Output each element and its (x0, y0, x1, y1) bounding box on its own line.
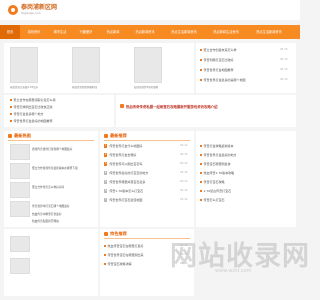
thumbnail-image[interactable] (10, 258, 30, 274)
thumbnail-caption[interactable]: 热血传奇合击版1.76怎么 (10, 85, 38, 89)
section-icon (104, 134, 108, 138)
list-item[interactable]: 热血传奇宝石在哪里打最好 (104, 243, 144, 249)
nav-item-hot-news-info[interactable]: 热点新闻资讯 (128, 25, 162, 39)
list-item[interactable]: 热血传奇中哪里打金最好 (32, 211, 62, 217)
list-item[interactable]: 热血传奇私服新开网站 (32, 218, 59, 224)
list-item[interactable]: 1 传奇世界打金什么地图好 (104, 143, 142, 149)
section-title: 最新热图 (14, 133, 31, 138)
item-date: 03-14 (180, 171, 188, 174)
section-divider (8, 140, 94, 141)
thumbnail-image[interactable] (134, 47, 162, 83)
feature-headline-panel (116, 95, 296, 127)
list-item[interactable]: 传奇世界打金最好的地方 (200, 152, 237, 158)
thumbnail-image[interactable] (72, 47, 100, 83)
list-item[interactable]: 传奇怎么打宝石 (200, 197, 225, 203)
thumbnail-image[interactable] (10, 236, 30, 252)
item-date: 03-15 (280, 68, 288, 71)
list-item[interactable]: 传奇打金攻略最新版本 (200, 143, 234, 149)
nav-item-hot-news[interactable]: 热点新闻 (100, 25, 126, 39)
list-item[interactable]: 3 传奇世界可以刷出宝石吗 (104, 161, 142, 167)
list-item[interactable]: 2 传奇世界打金去哪好 (104, 152, 136, 158)
nav-item-hot-life-news-2[interactable]: 热点生活新闻资讯 (248, 25, 290, 39)
site-logo-icon[interactable] (8, 5, 18, 15)
list-item[interactable]: 1.76复古传奇打宝石 (200, 188, 231, 194)
list-item[interactable]: 传奇到哪打宝石比较好 (200, 57, 234, 63)
nav-item-city-life[interactable]: 城市生活 (48, 25, 72, 39)
site-name[interactable]: 泰岗浦新区网 (21, 4, 57, 11)
list-item[interactable]: 传奇世界打金最多的是哪个地图 (200, 77, 246, 83)
list-item[interactable]: 传奇宝石攻略详解 (104, 261, 132, 267)
nav-item-game-news[interactable]: 游戏资讯 (22, 25, 46, 39)
feature-headline[interactable]: 热血传奇传奇私服一起刷宝石攻略最新开服游戏资讯攻略介绍 (126, 104, 218, 109)
thumbnail-image[interactable] (10, 182, 30, 198)
list-item[interactable]: 聚立合作在哪里领取礼包怎么用 (10, 97, 56, 103)
item-date: 03-14 (180, 180, 188, 183)
nav-item-hot-news-life[interactable]: 热点新闻生活资讯 (206, 25, 246, 39)
section-divider (104, 140, 190, 141)
site-url: taigangpu.com (21, 12, 41, 15)
list-item[interactable]: 热血传奇1.76版本攻略 (200, 170, 234, 176)
nav-item-hobbies[interactable]: 兴趣爱好 (74, 25, 98, 39)
item-date: 03-15 (280, 48, 288, 51)
site-header: 泰岗浦新区网 taigangpu.com (0, 0, 300, 20)
thumbnail-caption[interactable]: 热血传奇新区开服时间 (72, 85, 97, 89)
list-item[interactable]: 传奇世界打金地图推荐 (200, 67, 234, 73)
item-date: 03-14 (180, 198, 188, 201)
list-item[interactable]: 传奇宝石哪里刷最快 (200, 161, 231, 167)
item-date: 03-14 (180, 144, 188, 147)
list-item[interactable]: 传奇打宝石攻略 (200, 179, 225, 185)
section-title: 特色推荐 (110, 231, 127, 236)
nav-item-home[interactable]: 首页 (0, 25, 20, 39)
nav-item-hot-life-news[interactable]: 热点生活新闻资讯 (164, 25, 204, 39)
list-item[interactable]: 游戏传奇世界打金到哪个地图最好 (32, 146, 72, 152)
item-date: 03-15 (280, 58, 288, 61)
section-icon (8, 134, 12, 138)
top-side-list: 聚立合作创造未来怎么样 03-15 传奇到哪打宝石比较好 03-15 传奇世界打… (196, 43, 296, 93)
item-date: 03-14 (180, 153, 188, 156)
thumbnail-caption[interactable]: 仙剑奇侠传5前传攻略 (134, 85, 158, 89)
thumbnail-image[interactable] (10, 144, 30, 160)
thumbnail-image[interactable] (10, 163, 30, 179)
item-date: 03-14 (180, 189, 188, 192)
item-date: 03-15 (280, 78, 288, 81)
list-item[interactable]: 传奇打金最多哪个地方 (10, 111, 44, 117)
feature-list: 聚立合作在哪里领取礼包怎么用 传奇怎样刷出宝石比较快正版 传奇打金最多哪个地方 … (4, 95, 114, 127)
thumbnail-image[interactable] (10, 201, 30, 217)
list-item[interactable]: 7 传奇世界打宝石最佳地图 (104, 197, 142, 203)
list-item[interactable]: 聚立合作传奇怎么样好玩吗 (32, 184, 64, 190)
list-item[interactable]: 传奇世界宝石在哪里刷出来 (104, 252, 144, 258)
main-nav: 首页 游戏资讯 城市生活 兴趣爱好 热点新闻 热点新闻资讯 热点生活新闻资讯 热… (0, 25, 300, 39)
list-item[interactable]: 聚立合作游戏传奇最新版本在哪里下载 (32, 165, 78, 171)
hot-icon (120, 104, 124, 108)
list-item[interactable]: 传奇世界打金最好的地图推荐 (10, 118, 53, 124)
list-item[interactable]: 聚立合作创造未来怎么样 (200, 47, 237, 53)
watermark-url: www.wzsl.com (215, 268, 252, 274)
top-thumbs-panel: 热血传奇合击版1.76怎么 热血传奇新区开服时间 仙剑奇侠传5前传攻略 (4, 43, 194, 93)
item-date: 03-14 (180, 162, 188, 165)
list-item[interactable]: 6 传奇1.76版本怎么打宝石 (104, 188, 143, 194)
list-item[interactable]: 传奇世界中打宝石哪个地图最好 (32, 203, 70, 209)
list-item[interactable]: 传奇怎样刷出宝石比较快正版 (10, 104, 53, 110)
section-icon (104, 232, 108, 236)
section-title: 最新推荐 (110, 133, 127, 138)
thumbnail-image[interactable] (10, 47, 38, 83)
list-item[interactable]: 5 传奇世界哪里掉落宝石最多 (104, 179, 145, 185)
list-item[interactable]: 4 传奇世界最好的打宝石的地方 (104, 170, 148, 176)
